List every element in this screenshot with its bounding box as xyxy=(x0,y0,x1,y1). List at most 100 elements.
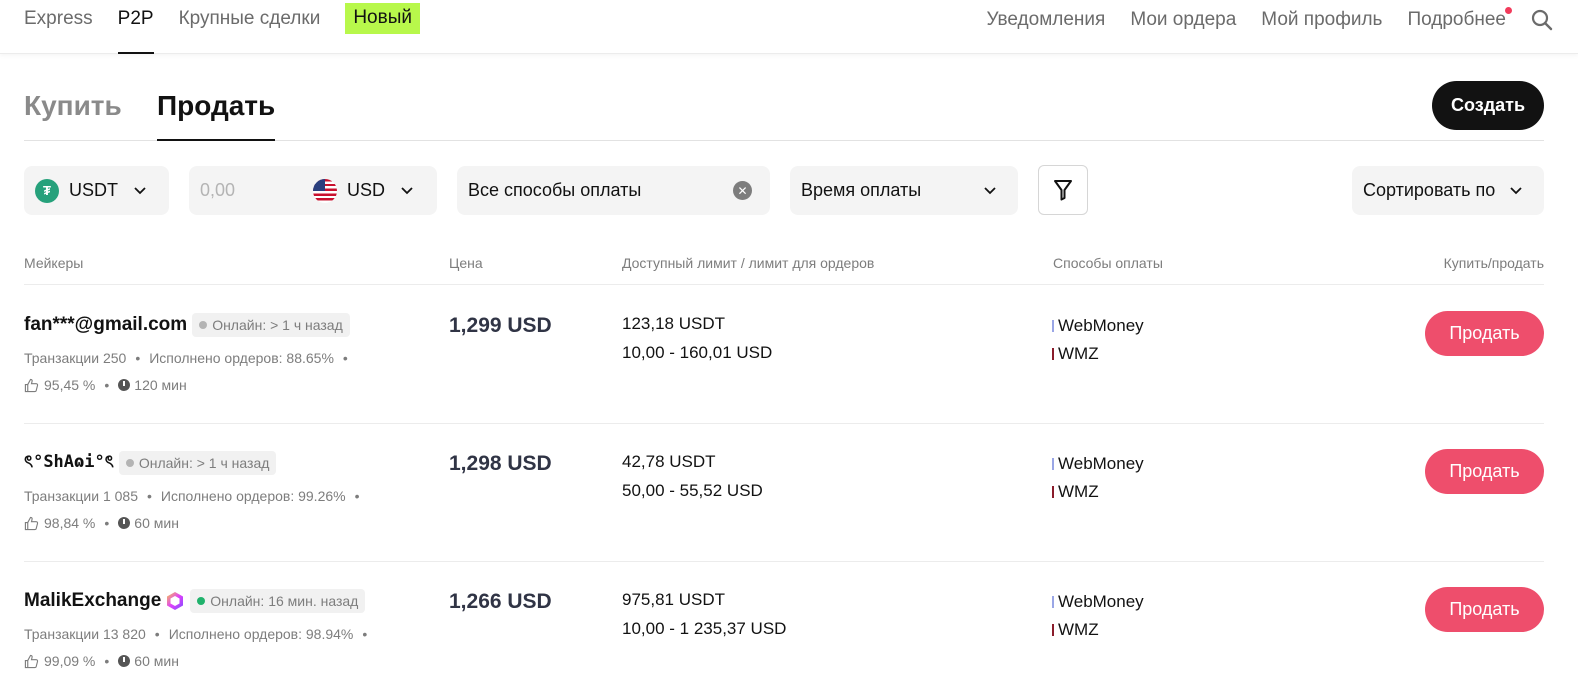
maker-name[interactable]: MalikExchange xyxy=(24,590,161,612)
order-limit: 50,00 - 55,52 USD xyxy=(622,481,763,500)
payment-method-wmz: WMZ xyxy=(1052,620,1099,640)
filter-icon xyxy=(1054,180,1072,201)
sort-select[interactable]: Сортировать по xyxy=(1352,166,1544,215)
order-limit: 10,00 - 160,01 USD xyxy=(622,343,773,362)
online-status-badge: Онлайн: 16 мин. назад xyxy=(190,588,366,613)
table-row: fan***@gmail.com Онлайн: > 1 ч назад Тра… xyxy=(24,286,1544,424)
payment-method-webmoney: WebMoney xyxy=(1052,316,1144,336)
maker-rating: 99,09 % • 60 мин xyxy=(24,653,179,669)
available-amount: 42,78 USDT xyxy=(622,452,716,471)
table-row: ৎ°ShΑɷi°ৎ Онлайн: > 1 ч назад Транзакции… xyxy=(24,424,1544,562)
tab-sell[interactable]: Продать xyxy=(157,90,276,141)
maker-rating: 95,45 % • 120 мин xyxy=(24,377,187,393)
table-header: Мейкеры Цена Доступный лимит / лимит для… xyxy=(24,255,1544,285)
coin-select[interactable]: ₮ USDT xyxy=(24,166,169,215)
maker-stats: Транзакции 13 820 • Исполнено ордеров: 98.… xyxy=(24,626,368,642)
col-makers: Мейкеры xyxy=(24,255,84,271)
col-price: Цена xyxy=(449,255,483,271)
tab-buy[interactable]: Купить xyxy=(24,90,122,122)
nav-notifications[interactable]: Уведомления xyxy=(987,9,1106,31)
maker-name[interactable]: ৎ°ShΑɷi°ৎ xyxy=(24,449,114,477)
maker-info: MalikExchange Онлайн: 16 мин. назад xyxy=(24,587,366,614)
thumbs-up-icon xyxy=(24,516,39,530)
rating-value: 95,45 % xyxy=(44,377,96,393)
maker-name[interactable]: fan***@gmail.com xyxy=(24,314,187,336)
transactions-count: Транзакции 250 xyxy=(24,350,127,366)
available-amount: 975,81 USDT xyxy=(622,590,725,609)
payment-time-value: Время оплаты xyxy=(801,180,922,200)
nav-tab-large-deals[interactable]: Крупные сделки xyxy=(179,0,321,54)
fiat-select-value[interactable]: USD xyxy=(347,180,385,201)
rating-value: 99,09 % xyxy=(44,653,96,669)
search-icon[interactable] xyxy=(1530,8,1554,32)
maker-info: ৎ°ShΑɷi°ৎ Онлайн: > 1 ч назад xyxy=(24,449,277,477)
maker-stats: Транзакции 1 085 • Исполнено ордеров: 99.2… xyxy=(24,488,360,504)
nav-my-profile[interactable]: Мой профиль xyxy=(1261,9,1382,31)
amount-filter: USD xyxy=(189,166,437,215)
us-flag-icon xyxy=(313,178,337,203)
order-limit: 10,00 - 1 235,37 USD xyxy=(622,619,787,638)
completion-rate: Исполнено ордеров: 98.94% xyxy=(168,626,354,642)
payment-method-webmoney: WebMoney xyxy=(1052,592,1144,612)
maker-info: fan***@gmail.com Онлайн: > 1 ч назад xyxy=(24,311,350,338)
rating-value: 98,84 % xyxy=(44,515,96,531)
chevron-down-icon xyxy=(1510,187,1522,195)
payment-method-value: Все способы оплаты xyxy=(468,180,642,200)
clock-icon xyxy=(118,517,131,529)
nav-more-label: Подробнее xyxy=(1407,9,1506,30)
chevron-down-icon xyxy=(134,186,146,194)
notification-dot xyxy=(1505,7,1512,14)
create-button[interactable]: Создать xyxy=(1432,81,1544,130)
payment-method-label: WebMoney xyxy=(1058,316,1144,335)
status-dot xyxy=(197,596,206,605)
status-dot xyxy=(125,458,134,467)
sell-button[interactable]: Продать xyxy=(1425,587,1544,632)
completion-rate: Исполнено ордеров: 88.65% xyxy=(149,350,334,366)
payment-time: 60 мин xyxy=(134,653,179,669)
filter-button[interactable] xyxy=(1038,165,1088,215)
transactions-count: Транзакции 13 820 xyxy=(24,626,146,642)
clock-icon xyxy=(118,379,131,391)
table-row: MalikExchange Онлайн: 16 мин. назад Тран… xyxy=(24,562,1544,692)
tether-icon: ₮ xyxy=(35,178,59,203)
payment-method-label: WebMoney xyxy=(1058,454,1144,473)
payment-method-select[interactable]: Все способы оплаты ✕ xyxy=(457,166,770,215)
nav-more[interactable]: Подробнее xyxy=(1407,7,1512,31)
completion-rate: Исполнено ордеров: 99.26% xyxy=(160,488,346,504)
online-status-badge: Онлайн: > 1 ч назад xyxy=(118,450,277,475)
payment-method-label: WMZ xyxy=(1058,482,1099,501)
nav-tab-new[interactable]: Новый xyxy=(345,3,420,34)
coin-select-value: USDT xyxy=(69,180,118,200)
thumbs-up-icon xyxy=(24,378,39,392)
sell-button[interactable]: Продать xyxy=(1425,311,1544,356)
payment-time: 120 мин xyxy=(134,377,187,393)
maker-stats: Транзакции 250 • Исполнено ордеров: 88.65%… xyxy=(24,350,348,366)
payment-method-label: WebMoney xyxy=(1058,592,1144,611)
online-status-text: Онлайн: > 1 ч назад xyxy=(212,316,343,333)
payment-method-label: WMZ xyxy=(1058,620,1099,639)
transactions-count: Транзакции 1 085 xyxy=(24,488,138,504)
col-limits: Доступный лимит / лимит для ордеров xyxy=(622,255,875,271)
online-status-badge: Онлайн: > 1 ч назад xyxy=(192,312,350,337)
price: 1,299 USD xyxy=(449,314,552,337)
thumbs-up-icon xyxy=(24,654,39,668)
clock-icon xyxy=(118,655,131,667)
amount-input[interactable] xyxy=(200,180,310,201)
top-nav-tabs: Express P2P Крупные сделки Новый xyxy=(24,0,445,54)
payment-method-wmz: WMZ xyxy=(1052,482,1099,502)
payment-time-select[interactable]: Время оплаты xyxy=(790,166,1018,215)
top-nav: Express P2P Крупные сделки Новый Уведомл… xyxy=(0,0,1578,54)
online-status-text: Онлайн: 16 мин. назад xyxy=(210,592,359,609)
col-action: Купить/продать xyxy=(1443,255,1544,271)
payment-method-webmoney: WebMoney xyxy=(1052,454,1144,474)
price: 1,298 USD xyxy=(449,452,552,475)
maker-rating: 98,84 % • 60 мин xyxy=(24,515,179,531)
sort-value: Сортировать по xyxy=(1363,180,1496,200)
chevron-down-icon[interactable] xyxy=(401,186,413,195)
nav-my-orders[interactable]: Мои ордера xyxy=(1130,9,1236,31)
available-amount: 123,18 USDT xyxy=(622,314,725,333)
nav-tab-express[interactable]: Express xyxy=(24,0,93,54)
clear-icon[interactable]: ✕ xyxy=(733,181,752,200)
nav-tab-p2p[interactable]: P2P xyxy=(117,0,154,54)
sell-button[interactable]: Продать xyxy=(1425,449,1544,494)
